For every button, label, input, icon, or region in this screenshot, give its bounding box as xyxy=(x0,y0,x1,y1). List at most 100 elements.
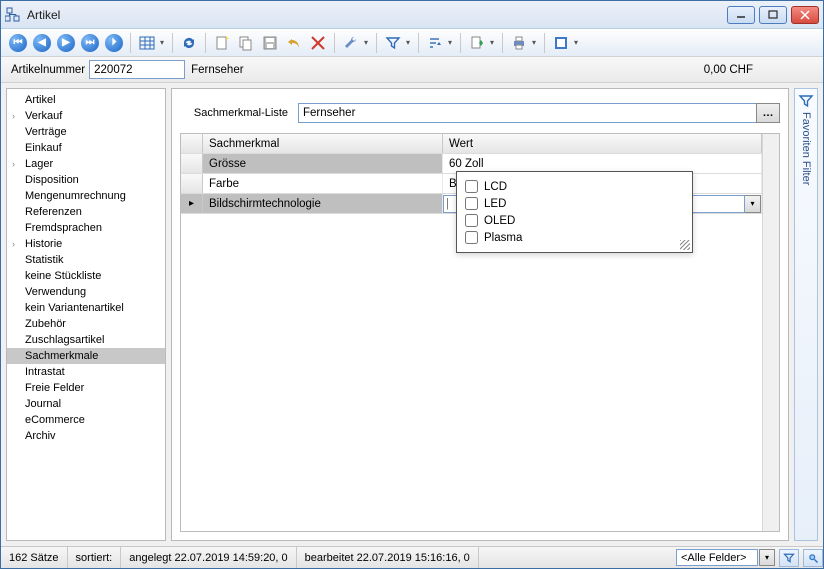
status-sorted: sortiert: xyxy=(68,547,122,568)
merkmal-list-input[interactable] xyxy=(298,103,757,123)
resize-handle[interactable] xyxy=(679,239,691,251)
option-label: LED xyxy=(484,198,506,210)
dropdown-option[interactable]: LED xyxy=(465,195,684,212)
article-desc: Fernseher xyxy=(191,64,704,76)
sidebar-item[interactable]: ›Verkauf xyxy=(7,108,165,124)
sort-dropdown[interactable]: ▾ xyxy=(448,38,455,47)
sidebar-item[interactable]: Mengenumrechnung xyxy=(7,188,165,204)
sidebar-item[interactable]: Journal xyxy=(7,396,165,412)
sidebar-item-label: Artikel xyxy=(25,94,56,106)
attr-name-cell[interactable]: Grösse xyxy=(203,154,443,173)
tools-dropdown[interactable]: ▾ xyxy=(364,38,371,47)
option-label: LCD xyxy=(484,181,507,193)
sidebar-item[interactable]: Statistik xyxy=(7,252,165,268)
copy-button[interactable] xyxy=(235,32,257,54)
sort-button[interactable] xyxy=(424,32,446,54)
status-created: angelegt 22.07.2019 14:59:20, 0 xyxy=(121,547,296,568)
sidebar-item-label: Journal xyxy=(25,398,61,410)
sidebar-item[interactable]: Artikel xyxy=(7,92,165,108)
nav-first-button[interactable]: ⏮ xyxy=(7,32,29,54)
sidebar-item[interactable]: Intrastat xyxy=(7,364,165,380)
option-checkbox[interactable] xyxy=(465,231,478,244)
nav-next-button[interactable]: ▶ xyxy=(55,32,77,54)
sidebar-item[interactable]: Zubehör xyxy=(7,316,165,332)
print-dropdown[interactable]: ▾ xyxy=(532,38,539,47)
nav-last-alt-button[interactable]: ⏵ xyxy=(103,32,125,54)
main-panel: Sachmerkmal-Liste … SachmerkmalWertGröss… xyxy=(171,88,789,541)
export-dropdown[interactable]: ▾ xyxy=(490,38,497,47)
dropdown-option[interactable]: Plasma xyxy=(465,229,684,246)
sidebar-item[interactable]: kein Variantenartikel xyxy=(7,300,165,316)
sidebar-item[interactable]: Referenzen xyxy=(7,204,165,220)
sidebar-item-label: Mengenumrechnung xyxy=(25,190,126,202)
sidebar-item[interactable]: Einkauf xyxy=(7,140,165,156)
status-filter-button[interactable] xyxy=(779,549,799,567)
row-header[interactable] xyxy=(181,154,203,173)
attr-name-cell[interactable]: Farbe xyxy=(203,174,443,193)
sidebar-item[interactable]: Fremdsprachen xyxy=(7,220,165,236)
option-label: Plasma xyxy=(484,232,522,244)
sidebar-item[interactable]: keine Stückliste xyxy=(7,268,165,284)
sidebar-item[interactable]: eCommerce xyxy=(7,412,165,428)
maximize-button[interactable] xyxy=(759,6,787,24)
undo-button[interactable] xyxy=(283,32,305,54)
sidebar-item-label: Fremdsprachen xyxy=(25,222,102,234)
layout-button[interactable] xyxy=(550,32,572,54)
minimize-button[interactable] xyxy=(727,6,755,24)
sidebar-item[interactable]: Verwendung xyxy=(7,284,165,300)
status-search-button[interactable] xyxy=(803,549,823,567)
filter-button[interactable] xyxy=(382,32,404,54)
filter-dropdown[interactable]: ▾ xyxy=(406,38,413,47)
tools-button[interactable] xyxy=(340,32,362,54)
option-checkbox[interactable] xyxy=(465,197,478,210)
article-number-label: Artikelnummer xyxy=(11,64,85,76)
refresh-button[interactable] xyxy=(178,32,200,54)
option-checkbox[interactable] xyxy=(465,214,478,227)
sidebar-item[interactable]: Disposition xyxy=(7,172,165,188)
print-button[interactable] xyxy=(508,32,530,54)
row-header[interactable]: ▸ xyxy=(181,194,203,213)
article-number-input[interactable] xyxy=(89,60,185,79)
favorites-filter-panel[interactable]: Favoriten Filter xyxy=(794,88,818,541)
nav-last-button[interactable]: ⏭ xyxy=(79,32,101,54)
sidebar-item[interactable]: ›Historie xyxy=(7,236,165,252)
dropdown-toggle[interactable]: ▾ xyxy=(745,195,761,213)
sidebar-item-label: Archiv xyxy=(25,430,56,442)
grid-scrollbar[interactable] xyxy=(762,134,779,531)
sidebar-item[interactable]: Verträge xyxy=(7,124,165,140)
sidebar-item[interactable]: Archiv xyxy=(7,428,165,444)
option-label: OLED xyxy=(484,215,515,227)
chevron-icon: › xyxy=(12,239,15,249)
favorites-filter-label: Favoriten Filter xyxy=(800,112,812,185)
col-header[interactable]: Sachmerkmal xyxy=(203,134,443,153)
merkmal-list-label: Sachmerkmal-Liste xyxy=(180,107,298,119)
option-checkbox[interactable] xyxy=(465,180,478,193)
sidebar-item[interactable]: Freie Felder xyxy=(7,380,165,396)
row-header[interactable] xyxy=(181,174,203,193)
delete-button[interactable] xyxy=(307,32,329,54)
table-view-button[interactable] xyxy=(136,32,158,54)
app-icon xyxy=(5,7,21,23)
status-combo[interactable]: <Alle Felder> xyxy=(676,549,758,566)
export-button[interactable] xyxy=(466,32,488,54)
table-view-dropdown[interactable]: ▾ xyxy=(160,38,167,47)
dropdown-option[interactable]: LCD xyxy=(465,178,684,195)
value-dropdown[interactable]: LCD LED OLED Plasma xyxy=(456,171,693,253)
sidebar-item[interactable]: ›Lager xyxy=(7,156,165,172)
sidebar-item-label: Sachmerkmale xyxy=(25,350,98,362)
attr-name-cell[interactable]: Bildschirmtechnologie xyxy=(203,194,443,213)
sidebar[interactable]: Artikel›VerkaufVerträgeEinkauf›LagerDisp… xyxy=(6,88,166,541)
sidebar-item[interactable]: Zuschlagsartikel xyxy=(7,332,165,348)
close-button[interactable] xyxy=(791,6,819,24)
sidebar-item[interactable]: Sachmerkmale xyxy=(7,348,165,364)
nav-prev-button[interactable]: ◀ xyxy=(31,32,53,54)
new-button[interactable] xyxy=(211,32,233,54)
dropdown-option[interactable]: OLED xyxy=(465,212,684,229)
sidebar-item-label: Verkauf xyxy=(25,110,62,122)
col-header[interactable]: Wert xyxy=(443,134,762,153)
sidebar-item-label: Zubehör xyxy=(25,318,66,330)
status-combo-dropdown[interactable]: ▾ xyxy=(759,549,775,566)
save-button[interactable] xyxy=(259,32,281,54)
ellipsis-button[interactable]: … xyxy=(756,103,780,123)
layout-dropdown[interactable]: ▾ xyxy=(574,38,581,47)
